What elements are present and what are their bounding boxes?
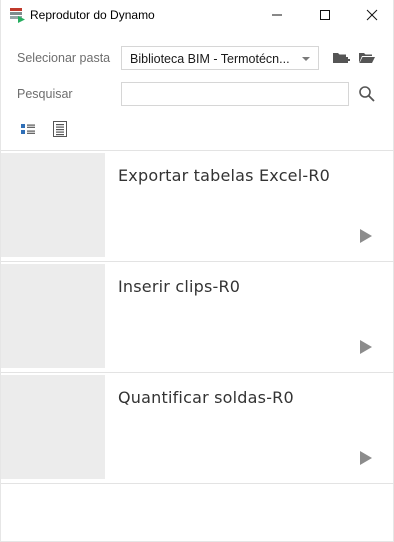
play-icon[interactable]: [360, 451, 372, 465]
open-folder-button[interactable]: [357, 48, 377, 68]
list-view-toggle[interactable]: [50, 119, 70, 139]
script-name: Exportar tabelas Excel-R0: [118, 166, 331, 185]
close-button[interactable]: [349, 0, 394, 30]
add-folder-icon: [333, 53, 350, 63]
detail-view-icon: [21, 124, 35, 134]
chevron-down-icon: [302, 57, 310, 61]
detail-view-toggle[interactable]: [18, 120, 38, 140]
select-folder-label: Selecionar pasta: [17, 51, 111, 65]
list-separator: [1, 150, 394, 151]
minimize-button[interactable]: [254, 0, 300, 30]
folder-dropdown[interactable]: Biblioteca BIM - Termotécn...: [121, 46, 319, 70]
title-bar[interactable]: Reprodutor do Dynamo: [1, 0, 393, 30]
script-item[interactable]: Inserir clips-R0: [1, 264, 394, 374]
add-folder-button[interactable]: [331, 48, 351, 68]
open-folder-icon: [359, 53, 375, 63]
maximize-icon: [320, 10, 330, 20]
search-button[interactable]: [357, 84, 377, 104]
script-thumbnail: [1, 264, 105, 368]
script-thumbnail: [1, 153, 105, 257]
window-title: Reprodutor do Dynamo: [30, 8, 155, 22]
play-icon[interactable]: [360, 340, 372, 354]
script-name: Quantificar soldas-R0: [118, 388, 294, 407]
script-item[interactable]: Quantificar soldas-R0: [1, 375, 394, 485]
list-separator: [1, 372, 394, 373]
script-name: Inserir clips-R0: [118, 277, 241, 296]
search-input[interactable]: [121, 82, 349, 106]
close-icon: [366, 9, 378, 21]
minimize-icon: [272, 14, 282, 16]
dynamo-player-window: Reprodutor do Dynamo Selecionar pasta Bi…: [0, 0, 394, 542]
search-icon: [359, 86, 375, 102]
search-label: Pesquisar: [17, 87, 73, 101]
play-icon[interactable]: [360, 229, 372, 243]
folder-dropdown-value: Biblioteca BIM - Termotécn...: [130, 52, 290, 66]
script-thumbnail: [1, 375, 105, 479]
maximize-button[interactable]: [302, 0, 348, 30]
script-item[interactable]: Exportar tabelas Excel-R0: [1, 153, 394, 263]
list-separator: [1, 483, 394, 484]
dynamo-app-icon: [9, 7, 25, 23]
list-separator: [1, 261, 394, 262]
list-view-icon: [53, 121, 67, 137]
